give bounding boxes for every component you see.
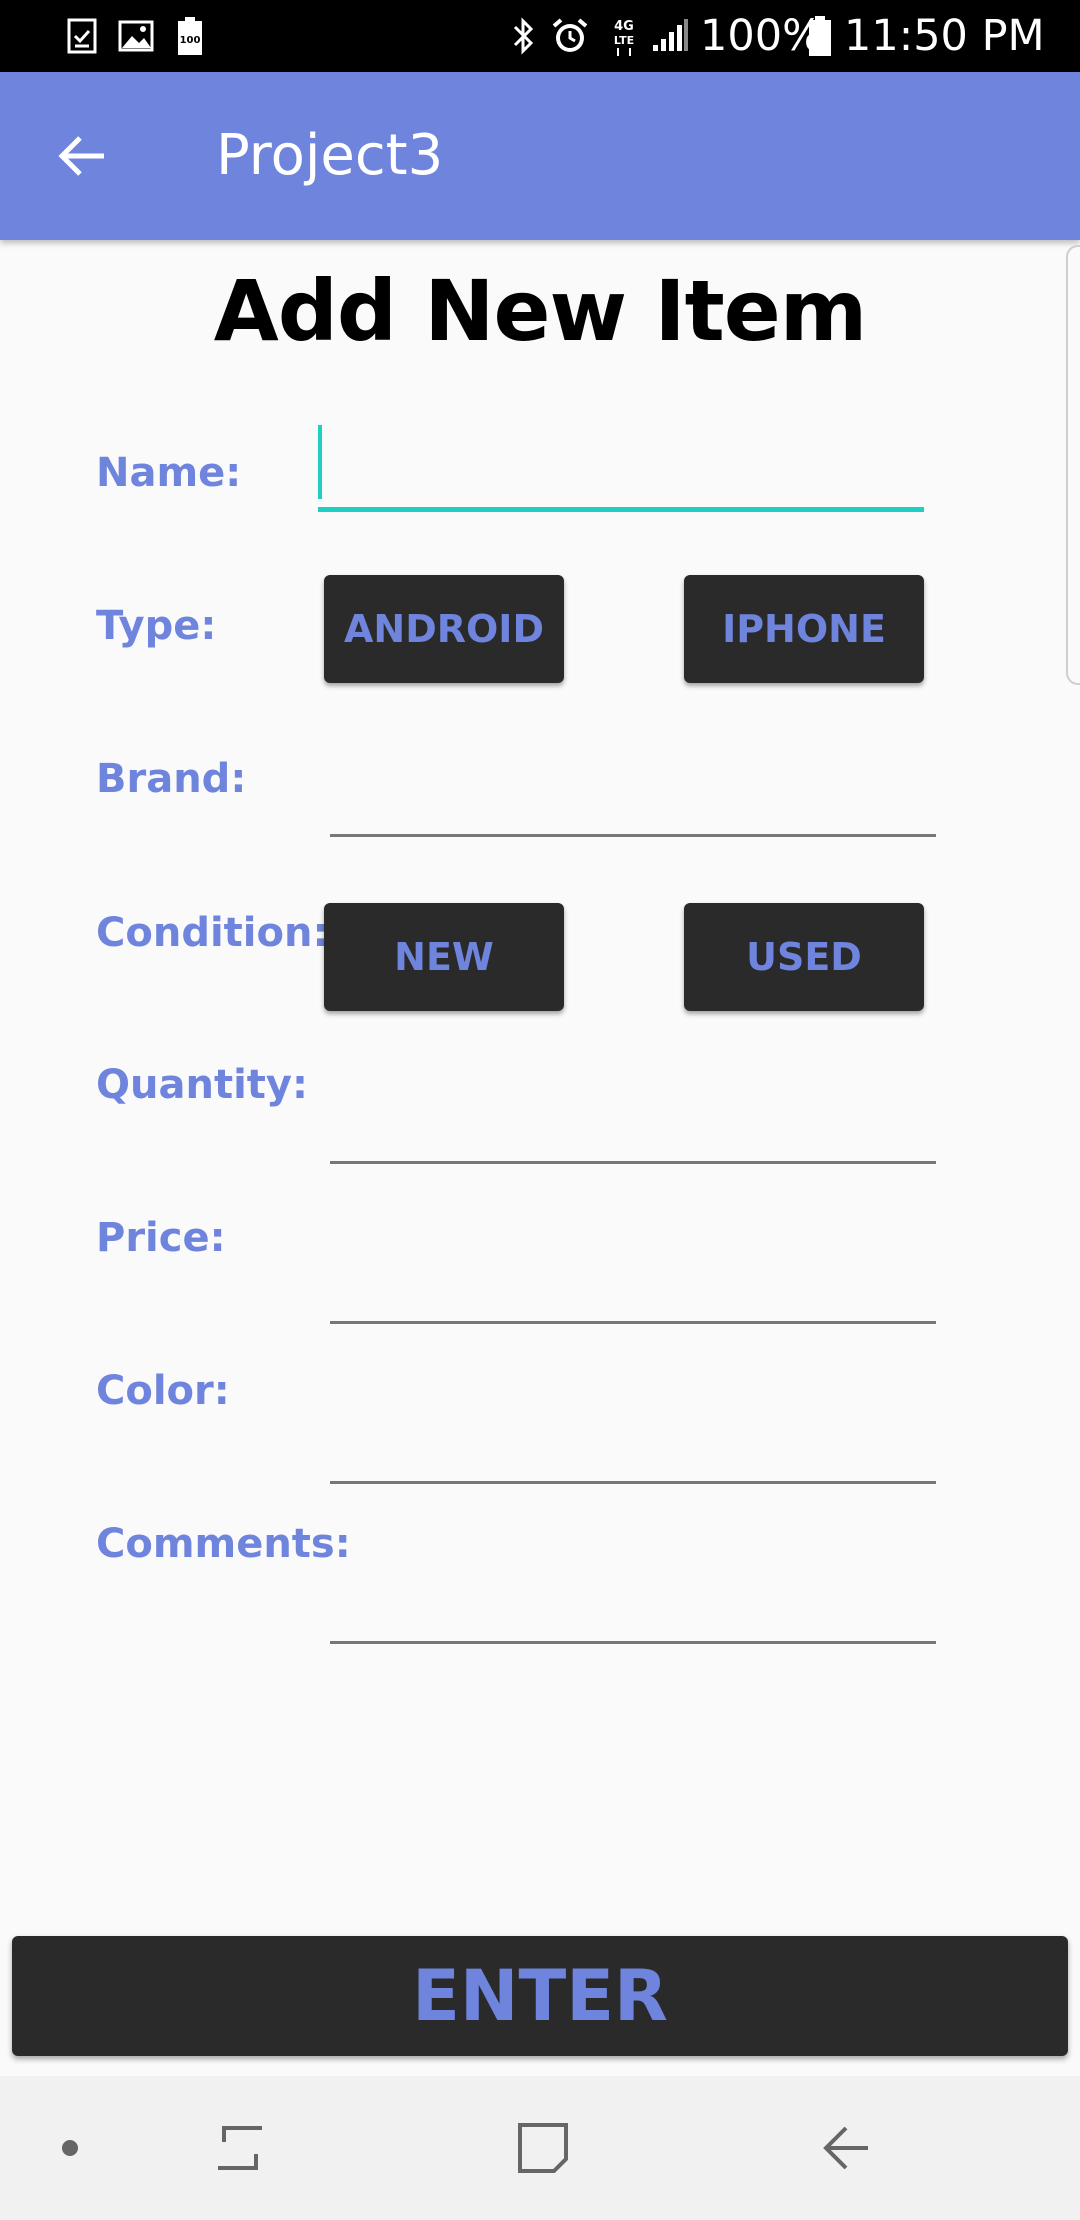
quantity-field[interactable] bbox=[330, 1094, 936, 1164]
name-label: Name: bbox=[96, 450, 242, 496]
color-field[interactable] bbox=[330, 1414, 936, 1484]
nav-bar bbox=[0, 2076, 1080, 2220]
app-title: Project3 bbox=[216, 123, 444, 188]
new-button[interactable]: NEW bbox=[324, 903, 564, 1011]
back-button[interactable] bbox=[40, 114, 124, 198]
brand-label: Brand: bbox=[96, 756, 247, 802]
used-button[interactable]: USED bbox=[684, 903, 924, 1011]
status-bar: 100 4G LTE 100% 11:50 PM bbox=[0, 0, 1080, 72]
back-icon[interactable] bbox=[806, 2076, 886, 2220]
price-field[interactable] bbox=[330, 1254, 936, 1324]
svg-text:LTE: LTE bbox=[614, 34, 634, 47]
battery-percent: 100% bbox=[700, 11, 823, 61]
color-label: Color: bbox=[96, 1368, 230, 1414]
alarm-icon bbox=[548, 0, 592, 72]
comments-field[interactable] bbox=[330, 1574, 936, 1644]
android-button[interactable]: ANDROID bbox=[324, 575, 564, 683]
battery-100-icon: 100 bbox=[174, 0, 206, 72]
svg-text:4G: 4G bbox=[614, 19, 634, 34]
arrow-left-icon bbox=[58, 136, 104, 176]
home-icon[interactable] bbox=[503, 2076, 583, 2220]
battery-icon bbox=[806, 0, 834, 72]
dot-icon[interactable] bbox=[40, 2076, 100, 2220]
app-bar: Project3 bbox=[0, 72, 1080, 240]
clock: 11:50 PM bbox=[844, 11, 1045, 61]
svg-text:100: 100 bbox=[180, 35, 201, 46]
task-icon bbox=[62, 0, 102, 72]
name-input[interactable] bbox=[318, 422, 924, 512]
enter-button[interactable]: ENTER bbox=[12, 1936, 1068, 2056]
signal-icon bbox=[650, 0, 690, 72]
brand-field[interactable] bbox=[330, 767, 936, 837]
comments-label: Comments: bbox=[96, 1521, 351, 1567]
bluetooth-icon bbox=[508, 0, 540, 72]
image-icon bbox=[116, 0, 156, 72]
recents-icon[interactable] bbox=[200, 2076, 280, 2220]
page-title: Add New Item bbox=[213, 262, 868, 360]
lte-icon: 4G LTE bbox=[606, 0, 642, 72]
text-cursor bbox=[318, 425, 322, 499]
iphone-button[interactable]: IPHONE bbox=[684, 575, 924, 683]
condition-label: Condition: bbox=[96, 910, 329, 956]
quantity-label: Quantity: bbox=[96, 1062, 308, 1108]
price-label: Price: bbox=[96, 1215, 226, 1261]
type-label: Type: bbox=[96, 603, 217, 649]
